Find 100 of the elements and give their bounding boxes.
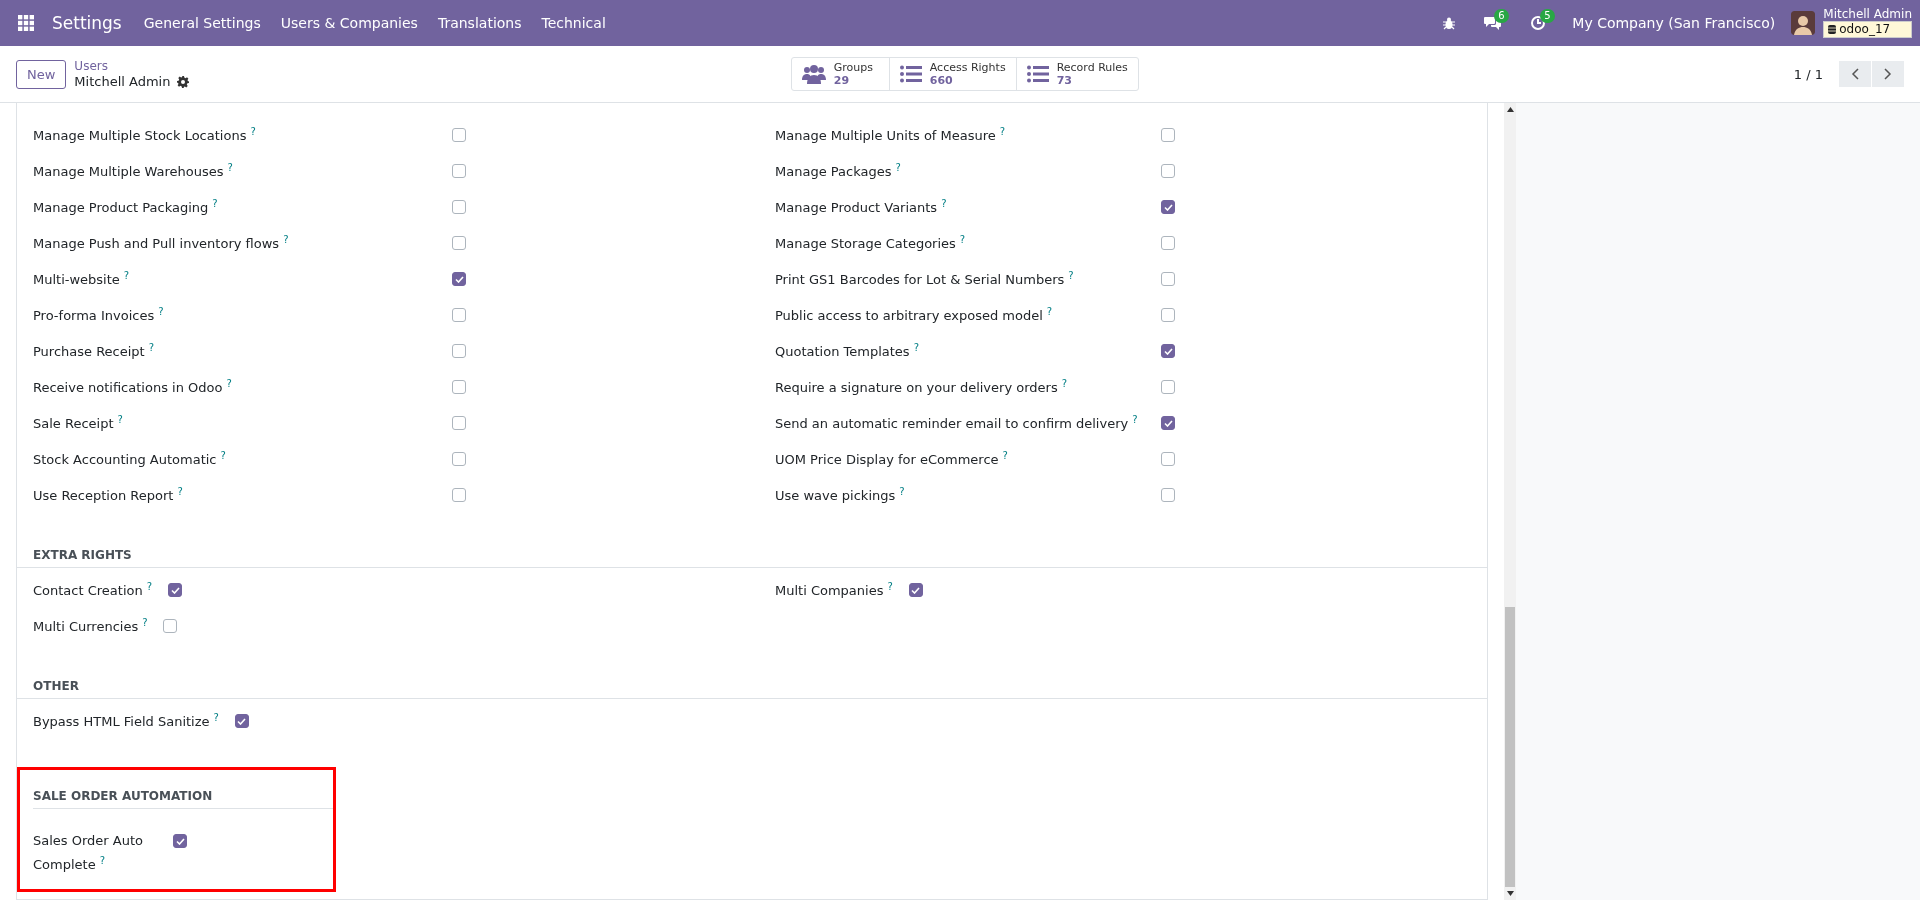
- smart-button[interactable]: Record Rules 73: [1016, 58, 1138, 90]
- checkbox[interactable]: [234, 714, 249, 728]
- smart-button-count: 29: [833, 74, 851, 87]
- help-tooltip-link[interactable]: ?: [158, 306, 164, 318]
- checkbox[interactable]: [1161, 416, 1175, 430]
- help-tooltip-link[interactable]: ?: [146, 581, 153, 593]
- checkbox[interactable]: [452, 164, 466, 178]
- checkbox[interactable]: [1161, 200, 1175, 214]
- field-label: Multi Companies $^{?}$: [775, 581, 894, 599]
- smart-button-label: Record Rules: [1056, 61, 1128, 74]
- checkbox[interactable]: [1161, 344, 1175, 358]
- smart-button-label: Groups: [833, 61, 873, 74]
- help-tooltip-link[interactable]: ?: [142, 617, 148, 629]
- scrollbar[interactable]: [1504, 103, 1516, 900]
- checkbox[interactable]: [1161, 164, 1175, 178]
- app-name-link[interactable]: Settings: [44, 13, 134, 33]
- checkbox[interactable]: [452, 488, 466, 502]
- new-button[interactable]: New: [16, 59, 67, 89]
- checkbox[interactable]: [452, 308, 466, 322]
- message-count-badge: 6: [1494, 9, 1509, 23]
- help-tooltip-link[interactable]: ?: [283, 234, 289, 246]
- field-label: Purchase Receipt $^{?}$: [33, 342, 156, 360]
- scrollbar-thumb[interactable]: [1505, 607, 1515, 887]
- checkbox[interactable]: [452, 236, 466, 250]
- gear-icon: [177, 75, 190, 88]
- help-tooltip-link[interactable]: ?: [123, 270, 130, 282]
- field-label: UOM Price Display for eCommerce $^{?}$: [775, 450, 1009, 468]
- help-tooltip-link[interactable]: ?: [1046, 306, 1053, 318]
- checkbox[interactable]: [452, 452, 466, 466]
- menu-link[interactable]: Translations: [427, 15, 532, 31]
- pager-value[interactable]: 1 / 1: [1793, 66, 1823, 82]
- next-button[interactable]: [1872, 61, 1904, 87]
- chevron-left-icon: [1851, 68, 1859, 80]
- smart-button-count: 73: [1056, 74, 1073, 87]
- field-label: Use Reception Report $^{?}$: [33, 486, 184, 504]
- help-tooltip-link[interactable]: ?: [177, 486, 183, 498]
- section-heading: OTHER: [33, 679, 79, 693]
- previous-button[interactable]: [1839, 61, 1871, 87]
- field-label: Public access to arbitrary exposed model $^{?}$: [775, 306, 1054, 324]
- breadcrumb-link[interactable]: Users: [74, 59, 190, 74]
- help-tooltip-link[interactable]: ?: [250, 126, 256, 138]
- menu-link[interactable]: Technical: [531, 15, 616, 31]
- checkbox[interactable]: [163, 619, 178, 633]
- smart-button[interactable]: Groups 29: [791, 58, 890, 90]
- help-tooltip-link[interactable]: ?: [913, 342, 919, 354]
- help-tooltip-link[interactable]: ?: [99, 855, 105, 866]
- checkbox[interactable]: [1161, 488, 1175, 502]
- checkbox[interactable]: [452, 344, 466, 358]
- field-label: Manage Product Packaging $^{?}$: [33, 198, 219, 216]
- help-tooltip-link[interactable]: ?: [999, 126, 1006, 138]
- checkmark-icon: [454, 275, 464, 283]
- checkbox[interactable]: [173, 834, 187, 848]
- menu-link[interactable]: General Settings: [133, 15, 271, 31]
- checkbox[interactable]: [168, 583, 183, 597]
- bug-icon: [1442, 16, 1457, 30]
- checkbox[interactable]: [452, 380, 466, 394]
- help-tooltip-link[interactable]: ?: [213, 712, 219, 724]
- checkbox[interactable]: [452, 416, 466, 430]
- help-tooltip-link[interactable]: ?: [1132, 414, 1138, 426]
- checkbox[interactable]: [1161, 272, 1175, 286]
- help-tooltip-link[interactable]: ?: [959, 234, 966, 246]
- help-tooltip-link[interactable]: ?: [1002, 450, 1008, 462]
- menu-link[interactable]: Users & Companies: [270, 15, 428, 31]
- field-label: Manage Multiple Stock Locations $^{?}$: [33, 126, 257, 144]
- checkbox[interactable]: [452, 200, 466, 214]
- help-tooltip-link[interactable]: ?: [1061, 378, 1067, 390]
- field-label: Print GS1 Barcodes for Lot & Serial Numbers $^{?}$: [775, 270, 1075, 288]
- checkbox[interactable]: [1161, 236, 1175, 250]
- messages-button[interactable]: 6: [1472, 0, 1515, 46]
- help-tooltip-link[interactable]: ?: [220, 450, 226, 462]
- help-tooltip-link[interactable]: ?: [227, 162, 233, 174]
- company-switcher[interactable]: My Company (San Francisco): [1562, 15, 1788, 31]
- checkbox[interactable]: [1161, 308, 1175, 322]
- help-tooltip-link[interactable]: ?: [899, 486, 905, 498]
- help-tooltip-link[interactable]: ?: [212, 198, 218, 210]
- checkbox[interactable]: [452, 272, 466, 286]
- help-tooltip-link[interactable]: ?: [148, 342, 155, 354]
- activity-count-badge: 5: [1540, 9, 1555, 23]
- help-tooltip-link[interactable]: ?: [941, 198, 947, 210]
- checkbox[interactable]: [452, 128, 466, 142]
- avatar-icon: [1791, 11, 1816, 35]
- checkbox[interactable]: [1161, 452, 1175, 466]
- field-label: Pro-forma Invoices $^{?}$: [33, 306, 165, 324]
- users-icon: [801, 64, 826, 84]
- settings-button[interactable]: [177, 75, 190, 88]
- field-label: Sales Order Auto Complete $^{?}$: [33, 832, 144, 875]
- checkmark-icon: [237, 717, 247, 725]
- activities-button[interactable]: 5: [1518, 0, 1559, 46]
- checkbox[interactable]: [1161, 380, 1175, 394]
- help-tooltip-link[interactable]: ?: [117, 414, 123, 426]
- help-tooltip-link[interactable]: ?: [887, 581, 893, 593]
- user-name[interactable]: Mitchell Admin: [1823, 8, 1912, 21]
- smart-button[interactable]: Access Rights 660: [889, 58, 1017, 90]
- grid-icon: [18, 15, 34, 31]
- help-tooltip-link[interactable]: ?: [895, 162, 901, 174]
- help-tooltip-link[interactable]: ?: [1068, 270, 1074, 282]
- help-tooltip-link[interactable]: ?: [226, 378, 232, 390]
- checkmark-icon: [175, 837, 185, 845]
- checkbox[interactable]: [908, 583, 923, 597]
- checkbox[interactable]: [1161, 128, 1175, 142]
